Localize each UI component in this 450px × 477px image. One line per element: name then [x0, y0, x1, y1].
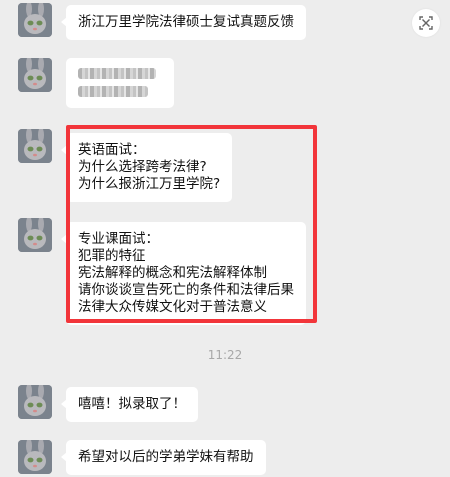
- avatar[interactable]: [18, 3, 52, 37]
- bunny-avatar-icon: [18, 218, 52, 252]
- bunny-avatar-icon: [18, 129, 52, 163]
- redacted-text: [78, 68, 156, 79]
- message-bubble[interactable]: 希望对以后的学弟学妹有帮助: [61, 440, 266, 475]
- message-text: 希望对以后的学弟学妹有帮助: [78, 449, 254, 465]
- chat-window: 浙江万里学院法律硕士复试真题反馈 英语面试： 为什么选择跨考法律? 为什么报浙江…: [0, 0, 450, 477]
- timestamp: 11:22: [207, 348, 243, 362]
- message-text: 嘻嘻！拟录取了！: [78, 396, 186, 412]
- scan-icon: [419, 16, 433, 30]
- highlight-frame: [66, 125, 317, 323]
- bunny-avatar-icon: [18, 58, 52, 92]
- message-bubble[interactable]: 嘻嘻！拟录取了！: [61, 387, 198, 422]
- avatar[interactable]: [18, 385, 52, 419]
- redacted-message-bubble[interactable]: [66, 58, 174, 108]
- avatar[interactable]: [18, 129, 52, 163]
- bunny-avatar-icon: [18, 3, 52, 37]
- message-bubble[interactable]: 浙江万里学院法律硕士复试真题反馈: [61, 5, 306, 40]
- scan-button[interactable]: [412, 9, 440, 37]
- bunny-avatar-icon: [18, 385, 52, 419]
- avatar[interactable]: [18, 440, 52, 474]
- avatar[interactable]: [18, 58, 52, 92]
- avatar[interactable]: [18, 218, 52, 252]
- message-text: 浙江万里学院法律硕士复试真题反馈: [78, 14, 294, 30]
- redacted-text: [78, 86, 148, 97]
- bunny-avatar-icon: [18, 440, 52, 474]
